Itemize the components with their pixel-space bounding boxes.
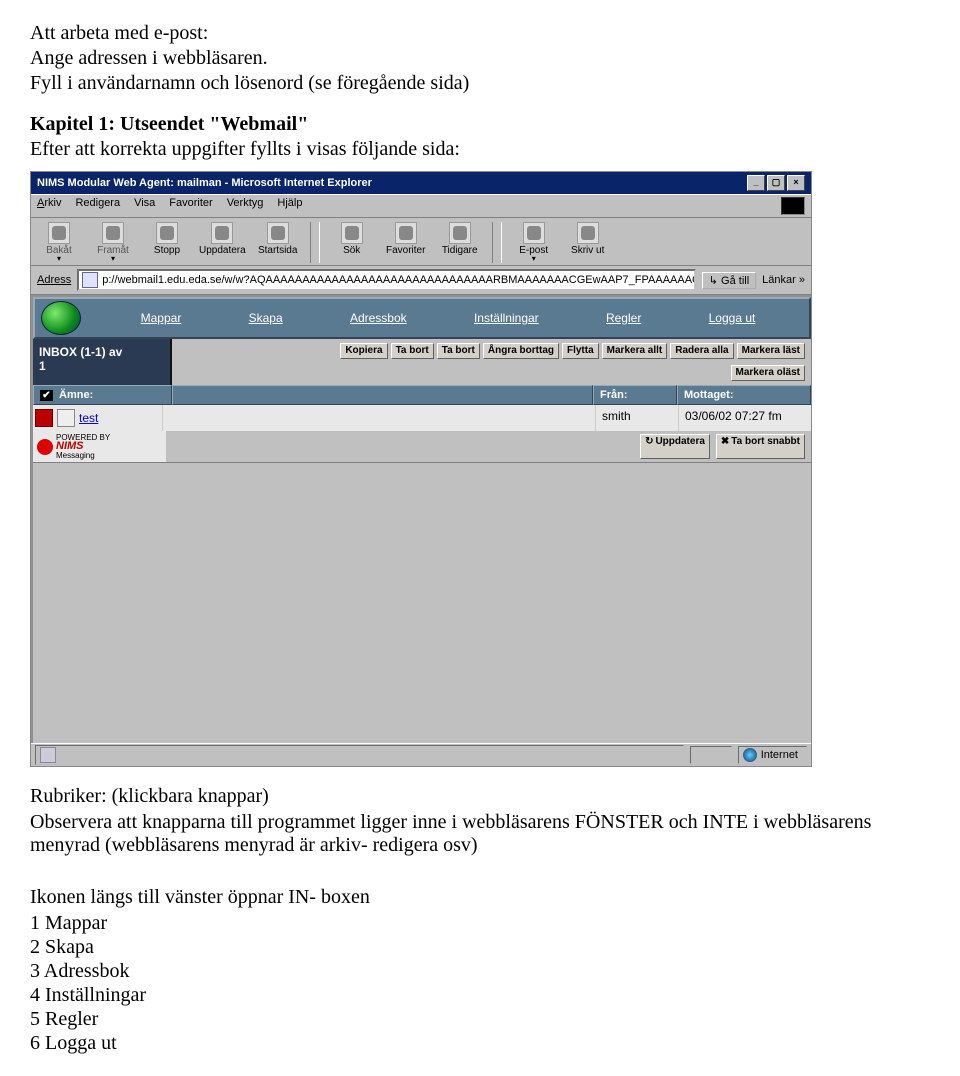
message-row[interactable]: test smith 03/06/02 07:27 fm (33, 405, 811, 431)
mail-icon (57, 409, 75, 427)
btn-kopiera[interactable]: Kopiera (340, 343, 387, 359)
obs-line: Observera att knapparna till programmet … (30, 811, 930, 857)
intro-line3: Fyll i användarnamn och lösenord (se för… (30, 72, 930, 95)
header-fran[interactable]: Från: (593, 385, 677, 405)
nav-mappar[interactable]: Mappar (141, 311, 182, 325)
menu-arkiv[interactable]: Arkiv (37, 197, 61, 215)
menu-favoriter[interactable]: Favoriter (169, 197, 212, 215)
globe-icon[interactable] (41, 301, 81, 335)
ie-logo-icon (781, 197, 805, 215)
empty-area (33, 462, 811, 743)
btn-markolast[interactable]: Markera oläst (731, 365, 805, 381)
btn-flytta[interactable]: Flytta (562, 343, 599, 359)
nims-badge: POWERED BYNIMSMessaging (33, 431, 166, 462)
menu-verktyg[interactable]: Verktyg (227, 197, 264, 215)
inbox-label: INBOX (1-1) av 1 (33, 339, 172, 385)
intro-text: Att arbeta med e-post: Ange adressen i w… (30, 22, 930, 95)
btn-tabort1[interactable]: Ta bort (391, 343, 434, 359)
intro-line1: Att arbeta med e-post: (30, 22, 930, 45)
ikon-line: Ikonen längs till vänster öppnar IN- box… (30, 886, 930, 909)
list-item: 3 Adressbok (30, 960, 930, 983)
refresh-button[interactable]: Uppdatera (199, 222, 246, 263)
page-viewport: Mappar Skapa Adressbok Inställningar Reg… (31, 295, 811, 743)
statusbar: Internet (31, 743, 811, 766)
maximize-button[interactable]: ▢ (767, 175, 785, 191)
search-button[interactable]: Sök (330, 222, 374, 263)
mail-button[interactable]: E-post▾ (512, 222, 556, 263)
chapter-heading: Kapitel 1: Utseendet "Webmail" (30, 113, 930, 136)
list-item: 6 Logga ut (30, 1032, 930, 1055)
btn-marklast[interactable]: Markera läst (737, 343, 805, 359)
back-button[interactable]: Bakåt▾ (37, 222, 81, 263)
minimize-button[interactable]: _ (747, 175, 765, 191)
priority-icon (35, 409, 53, 427)
message-received: 03/06/02 07:27 fm (678, 405, 811, 431)
webmail-footerrow: POWERED BYNIMSMessaging ↻Uppdatera ✖Ta b… (33, 431, 811, 462)
list-item: 4 Inställningar (30, 984, 930, 1007)
address-bar: Adress p://webmail1.edu.eda.se/w/w?AQAAA… (31, 266, 811, 295)
url-text: p://webmail1.edu.eda.se/w/w?AQAAAAAAAAAA… (102, 274, 696, 286)
home-button[interactable]: Startsida (256, 222, 300, 263)
menu-redigera[interactable]: Redigera (75, 197, 120, 215)
btn-uppdatera[interactable]: ↻Uppdatera (640, 434, 710, 459)
webmail-headerrow: ✔ Ämne: Från: Mottaget: (33, 385, 811, 405)
menu-hjalp[interactable]: Hjälp (277, 197, 302, 215)
stop-button[interactable]: Stopp (145, 222, 189, 263)
webmail-nav: Mappar Skapa Adressbok Inställningar Reg… (33, 297, 811, 339)
history-button[interactable]: Tidigare (438, 222, 482, 263)
btn-tabortsnabbt[interactable]: ✖Ta bort snabbt (716, 434, 805, 459)
check-icon: ✔ (40, 390, 53, 401)
titlebar: NIMS Modular Web Agent: mailman - Micros… (31, 172, 811, 194)
nav-installningar[interactable]: Inställningar (474, 311, 539, 325)
list-item: 2 Skapa (30, 936, 930, 959)
status-zone: Internet (738, 746, 807, 764)
menu-visa[interactable]: Visa (134, 197, 155, 215)
list-item: 1 Mappar (30, 912, 930, 935)
print-button[interactable]: Skriv ut (566, 222, 610, 263)
links-label[interactable]: Länkar » (762, 274, 805, 286)
address-label: Adress (37, 274, 71, 286)
chapter-subtext: Efter att korrekta uppgifter fyllts i vi… (30, 138, 930, 161)
btn-tabort2[interactable]: Ta bort (437, 343, 480, 359)
close-button[interactable]: × (787, 175, 805, 191)
rubriker-line: Rubriker: (klickbara knappar) (30, 785, 930, 808)
header-checkcol[interactable]: ✔ Ämne: (33, 385, 172, 405)
btn-markallt[interactable]: Markera allt (602, 343, 668, 359)
address-input[interactable]: p://webmail1.edu.eda.se/w/w?AQAAAAAAAAAA… (77, 269, 696, 291)
header-mottaget[interactable]: Mottaget: (677, 385, 811, 405)
toolbar: Bakåt▾ Framåt▾ Stopp Uppdatera Startsida… (31, 218, 811, 266)
status-left (35, 745, 684, 765)
intro-line2: Ange adressen i webbläsaren. (30, 47, 930, 70)
nims-icon (37, 439, 53, 455)
doc-icon (40, 747, 56, 763)
message-subject-link[interactable]: test (79, 411, 98, 425)
nav-adressbok[interactable]: Adressbok (350, 311, 407, 325)
nav-loggaut[interactable]: Logga ut (709, 311, 756, 325)
message-from: smith (595, 405, 678, 431)
menubar: Arkiv Redigera Visa Favoriter Verktyg Hj… (31, 194, 811, 218)
webmail-actionrow: INBOX (1-1) av 1 Kopiera Ta bort Ta bort… (33, 339, 811, 385)
favorites-button[interactable]: Favoriter (384, 222, 428, 263)
nav-list: 1 Mappar 2 Skapa 3 Adressbok 4 Inställni… (30, 912, 930, 1055)
browser-window: NIMS Modular Web Agent: mailman - Micros… (30, 171, 812, 767)
header-amne: Ämne: (59, 389, 93, 401)
nav-regler[interactable]: Regler (606, 311, 641, 325)
go-button[interactable]: ↳ Gå till (702, 272, 756, 289)
window-title: NIMS Modular Web Agent: mailman - Micros… (37, 177, 372, 189)
forward-button[interactable]: Framåt▾ (91, 222, 135, 263)
internet-icon (743, 748, 757, 762)
page-icon (82, 272, 98, 288)
nav-skapa[interactable]: Skapa (249, 311, 283, 325)
list-item: 5 Regler (30, 1008, 930, 1031)
below-text: Rubriker: (klickbara knappar) Observera … (30, 785, 930, 1055)
btn-angra[interactable]: Ångra borttag (483, 343, 559, 359)
btn-raderalla[interactable]: Radera alla (670, 343, 733, 359)
